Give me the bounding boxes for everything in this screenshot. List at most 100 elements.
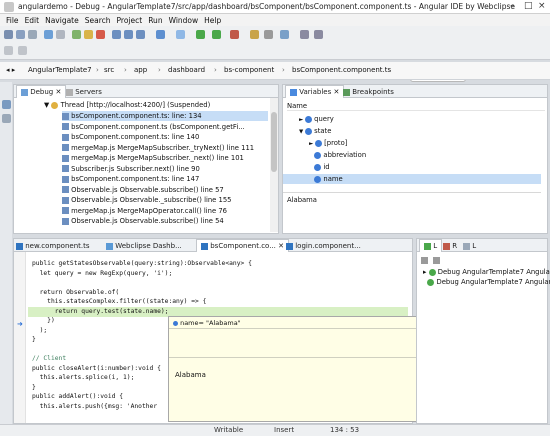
variable-row[interactable]: ► query (283, 114, 541, 124)
variable-name: [proto] (324, 139, 348, 147)
breadcrumb-separator: › (124, 66, 127, 74)
search-icon[interactable] (264, 30, 273, 39)
launch-item[interactable]: ▸ Debug AngularTemplate7 Angula (423, 267, 550, 277)
link-icon[interactable] (18, 46, 27, 55)
step-into-icon[interactable] (112, 30, 121, 39)
variable-row[interactable]: ▼ state (283, 126, 541, 136)
thread-item[interactable]: ▼ Thread [http://localhost:4200/] (Suspe… (44, 100, 210, 110)
menu-run[interactable]: Run (148, 16, 162, 25)
code-line: }) (32, 317, 55, 324)
left-trim (0, 82, 12, 424)
collapse-all-icon[interactable] (421, 256, 428, 264)
menu-search[interactable]: Search (85, 16, 111, 25)
stack-frame[interactable]: Observable.js Observable.subscribe() lin… (62, 185, 268, 195)
stack-frame[interactable]: Observable.js Observable._subscribe() li… (62, 195, 268, 205)
code-line: return Observable.of( (32, 288, 120, 296)
breadcrumb-project[interactable]: AngularTemplate7 (28, 66, 92, 74)
menu-file[interactable]: File (6, 16, 19, 25)
variable-row[interactable]: abbreviation (283, 150, 541, 160)
editor-gutter[interactable]: ➜ (14, 252, 26, 423)
terminal-icon[interactable] (44, 30, 53, 39)
external-tools-icon[interactable] (230, 30, 239, 39)
menu-window[interactable]: Window (169, 16, 199, 25)
debug-tree: ▼ Thread [http://localhost:4200/] (Suspe… (14, 98, 278, 232)
stack-frame[interactable]: mergeMap.js MergeMapSubscriber._tryNext(… (62, 143, 268, 153)
breadcrumb-src[interactable]: src (104, 66, 114, 74)
variable-name: id (323, 163, 330, 171)
save-icon[interactable] (16, 30, 25, 39)
editor-tab[interactable]: new.component.ts (16, 242, 90, 250)
code-line: ); (32, 326, 48, 334)
breadcrumb-file[interactable]: bsComponent.component.ts (292, 66, 391, 74)
variable-row[interactable]: ► [proto] (283, 138, 541, 148)
code-line: public closeAlert(i:number):void { (32, 364, 161, 372)
back-icon[interactable] (300, 30, 309, 39)
breadcrumb-separator: › (96, 66, 99, 74)
title-bar: angulardemo - Debug - AngularTemplate7/s… (0, 0, 550, 14)
maximize-icon[interactable]: □ (524, 1, 533, 11)
editor-tab-label: new.component.ts (25, 242, 90, 250)
drop-to-frame-icon[interactable] (156, 30, 165, 39)
stack-frame[interactable]: mergeMap.js MergeMapOperator.call() line… (62, 206, 268, 216)
launch-item[interactable]: Debug AngularTemplate7 Angular (423, 277, 550, 287)
new-icon[interactable] (4, 30, 13, 39)
variables-name-header[interactable]: Name (287, 101, 545, 111)
breadcrumb-nav-icon[interactable]: ◂ ▸ (6, 66, 15, 74)
minimize-icon[interactable]: – (510, 1, 515, 11)
variable-row[interactable]: id (283, 162, 541, 172)
stack-frame[interactable]: Subscriber.js Subscriber.next() line 90 (62, 164, 268, 174)
breadcrumb-bs-component[interactable]: bs-component (224, 66, 274, 74)
stack-frame-icon (62, 175, 69, 183)
menu-edit[interactable]: Edit (25, 16, 40, 25)
save-all-icon[interactable] (28, 30, 37, 39)
tab-servers[interactable]: Servers (66, 88, 102, 96)
editor-tab[interactable]: login.component... (286, 242, 361, 250)
stack-frame[interactable]: Observable.js Observable.subscribe() lin… (62, 216, 268, 226)
stack-frame[interactable]: bsComponent.component.ts: line: 134 (62, 111, 268, 121)
tab-l2[interactable]: L (463, 242, 476, 250)
stack-frame-icon (62, 207, 69, 214)
step-return-icon[interactable] (136, 30, 145, 39)
variable-name: name (323, 175, 343, 183)
open-folder-icon[interactable] (250, 30, 259, 39)
breadcrumb-dashboard[interactable]: dashboard (168, 66, 205, 74)
project-explorer-icon[interactable] (2, 100, 11, 109)
debug-icon[interactable] (196, 30, 205, 39)
breadcrumb-app[interactable]: app (134, 66, 147, 74)
pin-icon[interactable] (4, 46, 13, 55)
menu-help[interactable]: Help (204, 16, 221, 25)
stack-frame[interactable]: bsComponent.component.ts (bsComponent.ge… (62, 122, 268, 132)
tab-breakpoints[interactable]: Breakpoints (343, 88, 394, 96)
forward-icon[interactable] (314, 30, 323, 39)
suspend-icon[interactable] (84, 30, 93, 39)
variable-row[interactable]: name (283, 174, 541, 184)
stack-frame-icon (62, 154, 69, 162)
editor-tab[interactable]: Webclipse Dashb... (106, 242, 182, 250)
stack-frame[interactable]: bsComponent.component.ts: line 147 (62, 174, 268, 184)
outline-icon[interactable] (2, 114, 11, 123)
tab-debug[interactable]: Debug ✕ (16, 85, 67, 98)
tab-variables[interactable]: Variables ✕ (285, 85, 345, 98)
stack-frame[interactable]: bsComponent.component.ts: line 140 (62, 132, 268, 142)
tab-r[interactable]: R (443, 242, 457, 250)
annotation-icon[interactable] (280, 30, 289, 39)
file-icon (16, 242, 23, 250)
menu-navigate[interactable]: Navigate (45, 16, 79, 25)
use-step-filters-icon[interactable] (176, 30, 185, 39)
editor-tab[interactable]: bsComponent.co... ✕ (196, 239, 289, 252)
filter-icon[interactable] (433, 256, 441, 264)
editor-tab-label: bsComponent.co... (210, 242, 276, 250)
menu-project[interactable]: Project (117, 16, 143, 25)
resume-icon[interactable] (72, 30, 81, 39)
launches-tabs: L R L (417, 239, 547, 252)
file-icon (201, 242, 208, 250)
tab-launches[interactable]: L (419, 239, 443, 252)
stack-frame[interactable]: mergeMap.js MergeMapSubscriber._next() l… (62, 153, 268, 163)
step-over-icon[interactable] (124, 30, 133, 39)
debug-scrollbar[interactable] (270, 98, 278, 232)
run-icon[interactable] (212, 30, 221, 39)
close-icon[interactable]: × (538, 1, 546, 11)
skip-breakpoints-icon[interactable] (56, 30, 65, 39)
terminate-icon[interactable] (96, 30, 105, 39)
close-tab-icon[interactable]: ✕ (276, 242, 284, 250)
